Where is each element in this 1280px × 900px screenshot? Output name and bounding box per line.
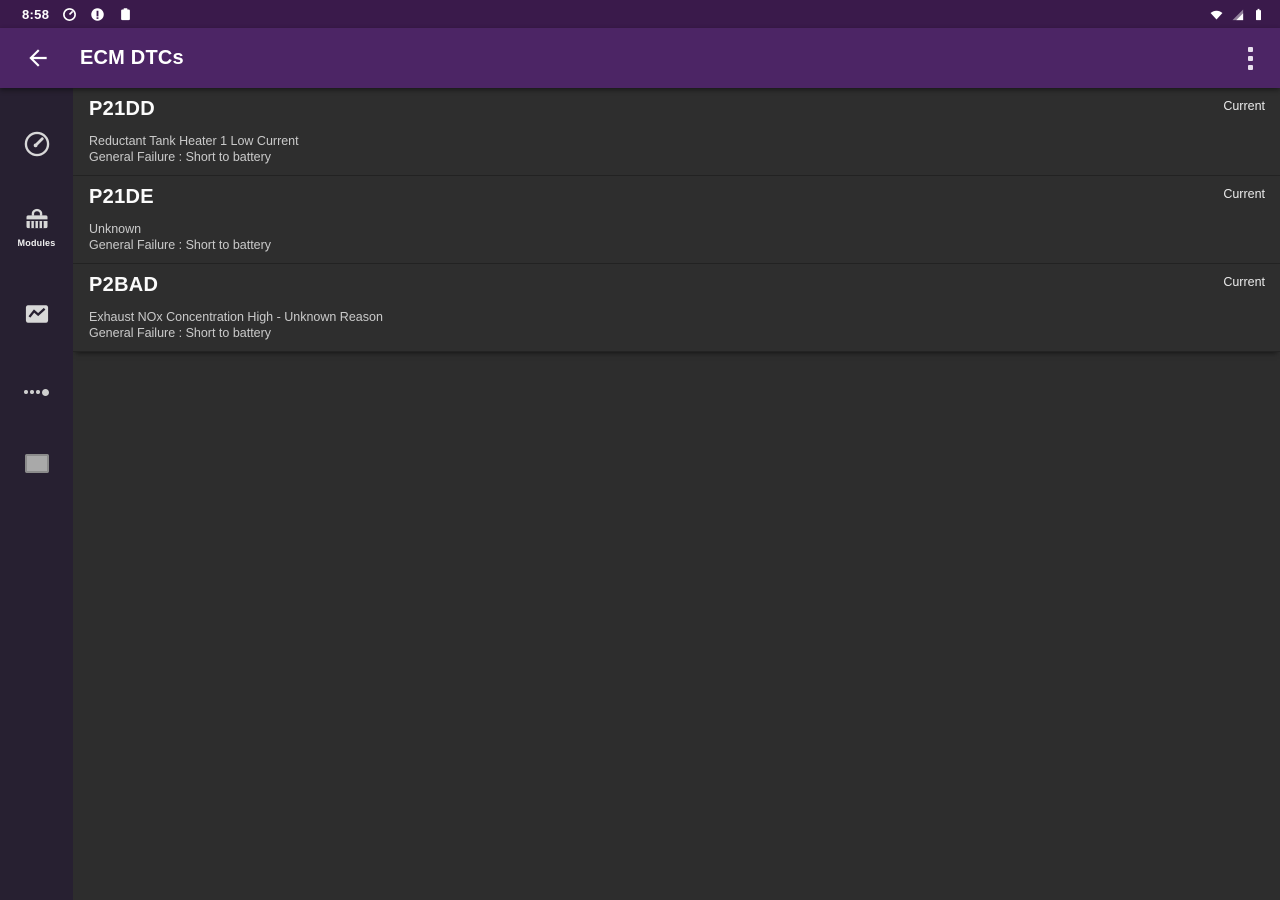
- dtc-failure-detail: General Failure : Short to battery: [89, 150, 272, 164]
- dtc-row-p21de[interactable]: P21DE Unknown General Failure : Short to…: [73, 176, 1280, 264]
- sidebar-item-modules[interactable]: Modules: [0, 206, 73, 248]
- status-badge: Current: [1223, 275, 1265, 289]
- status-bar: 8:58: [0, 0, 1280, 28]
- speedometer-icon: [24, 131, 49, 157]
- sidebar-item-data[interactable]: [0, 386, 73, 398]
- square-icon: [24, 454, 49, 473]
- dtc-code: P21DD: [89, 98, 155, 120]
- sidebar-item-dashboard[interactable]: [0, 130, 73, 158]
- dtc-code: P2BAD: [89, 274, 159, 296]
- clipboard-icon: [117, 6, 133, 22]
- notification-circle-icon: [89, 6, 105, 22]
- status-badge: Current: [1223, 187, 1265, 201]
- dtc-list: P21DD Reductant Tank Heater 1 Low Curren…: [73, 88, 1280, 900]
- dots-icon: [24, 386, 49, 398]
- wifi-icon: [1208, 6, 1224, 22]
- dtc-code: P21DE: [89, 186, 154, 208]
- gauge-icon: [61, 6, 77, 22]
- overflow-menu-icon: [1247, 46, 1253, 52]
- overflow-menu-button[interactable]: [1226, 30, 1274, 86]
- clock: 8:58: [22, 6, 50, 22]
- app-bar: ECM DTCs: [0, 28, 1280, 88]
- dtc-row-p21dd[interactable]: P21DD Reductant Tank Heater 1 Low Curren…: [73, 88, 1280, 176]
- back-button[interactable]: [10, 30, 66, 86]
- status-badge: Current: [1223, 99, 1265, 113]
- sidebar-item-stop[interactable]: [0, 454, 73, 473]
- dtc-failure-detail: General Failure : Short to battery: [89, 238, 272, 252]
- arrow-left-icon: [29, 49, 47, 67]
- dtc-description: Reductant Tank Heater 1 Low Current: [89, 134, 299, 148]
- battery-icon: [1250, 6, 1266, 22]
- dtc-failure-detail: General Failure : Short to battery: [89, 326, 272, 340]
- dtc-description: Unknown: [89, 222, 142, 236]
- cell-signal-icon: [1229, 6, 1245, 22]
- toolbox-icon: [26, 208, 47, 229]
- sidebar-rail: Modules: [0, 88, 73, 900]
- sidebar-item-label: Modules: [17, 238, 56, 248]
- sidebar-item-graphing[interactable]: [0, 300, 73, 328]
- graph-icon: [25, 305, 48, 323]
- dtc-row-p2bad[interactable]: P2BAD Exhaust NOx Concentration High - U…: [73, 264, 1280, 352]
- dtc-description: Exhaust NOx Concentration High - Unknown…: [89, 310, 383, 324]
- page-title: ECM DTCs: [80, 46, 184, 69]
